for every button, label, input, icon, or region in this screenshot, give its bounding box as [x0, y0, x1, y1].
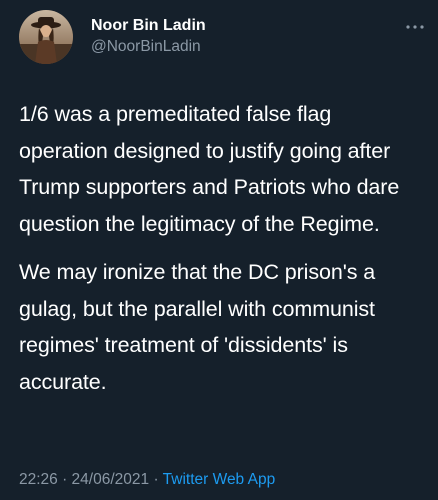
meta-separator: ·	[149, 471, 163, 488]
more-options-button[interactable]	[404, 20, 426, 32]
source-app-link[interactable]: Twitter Web App	[163, 471, 276, 488]
tweet-text: 1/6 was a premeditated false flag operat…	[19, 96, 424, 401]
display-name[interactable]: Noor Bin Ladin	[91, 16, 206, 36]
ellipsis-icon	[406, 25, 424, 29]
tweet-paragraph: 1/6 was a premeditated false flag operat…	[19, 102, 400, 237]
timestamp[interactable]: 22:26 · 24/06/2021	[19, 471, 149, 488]
tweet: Noor Bin Ladin @NoorBinLadin 1/6 was a p…	[0, 0, 438, 500]
user-handle[interactable]: @NoorBinLadin	[91, 37, 206, 57]
profile-photo-icon	[19, 10, 73, 64]
tweet-metadata: 22:26 · 24/06/2021 · Twitter Web App	[19, 470, 275, 490]
avatar[interactable]	[19, 10, 73, 64]
tweet-paragraph: We may ironize that the DC prison's a gu…	[19, 259, 376, 394]
author-info: Noor Bin Ladin @NoorBinLadin	[91, 16, 206, 57]
